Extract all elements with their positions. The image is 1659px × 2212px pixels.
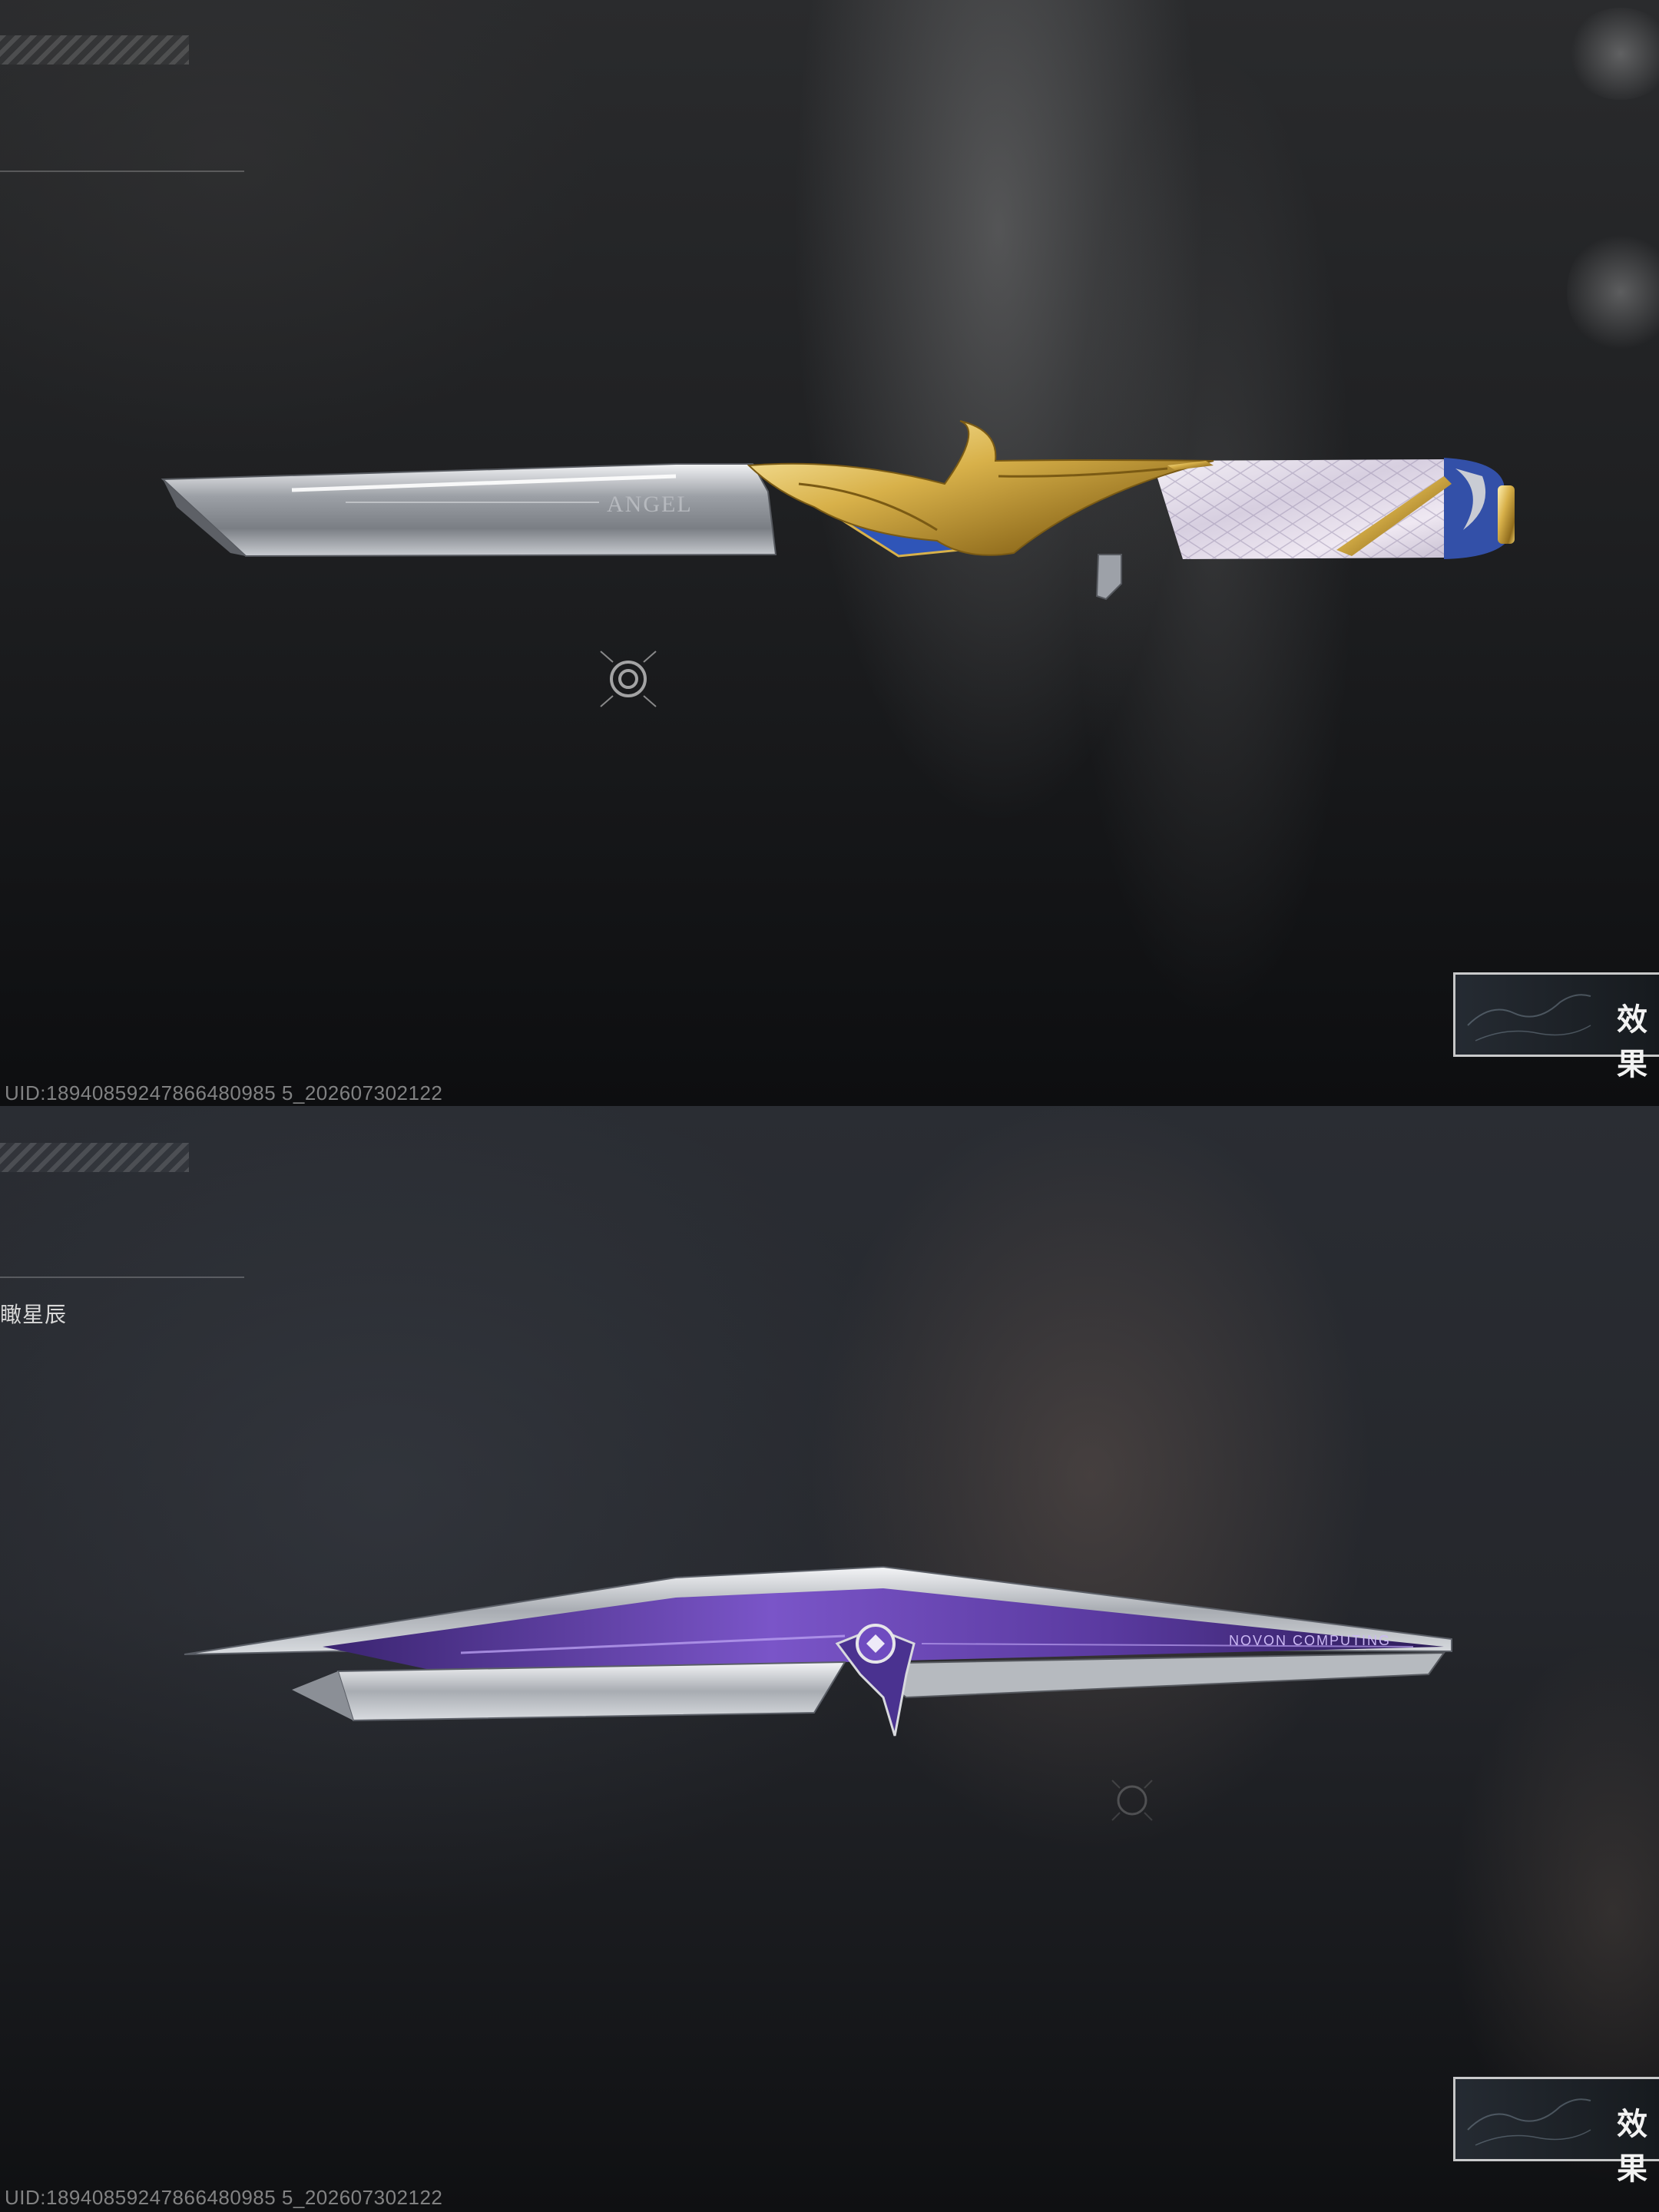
angel-knife-model[interactable]: ANGEL xyxy=(0,0,1659,691)
inspect-panel-top: ANGEL 效果 UID:18940859247866480985 5_2026… xyxy=(0,0,1659,1106)
handle-engraving: NOVON COMPUTING xyxy=(1229,1633,1391,1648)
uid-watermark: UID:18940859247866480985 5_202607302122 xyxy=(5,2186,443,2209)
starlight-knife-model[interactable]: NOVON COMPUTING xyxy=(0,1106,1659,1797)
inspect-panel-bottom: 瞰星辰 NOVON COMPUTING 效果 UID:1894085924786… xyxy=(0,1106,1659,2212)
blade-engraving: ANGEL xyxy=(607,492,693,517)
effect-button-label: 效果 xyxy=(1617,1002,1647,1082)
uid-watermark: UID:18940859247866480985 5_202607302122 xyxy=(5,1081,443,1104)
map-decoration xyxy=(1467,2098,1591,2146)
effect-button[interactable]: 效果 xyxy=(1453,972,1659,1082)
effect-button-label: 效果 xyxy=(1617,2107,1647,2187)
focus-target-icon[interactable] xyxy=(596,647,661,711)
focus-ring-icon[interactable] xyxy=(1111,1779,1154,1822)
effect-button[interactable]: 效果 xyxy=(1453,2077,1659,2187)
map-decoration xyxy=(1467,994,1591,1041)
